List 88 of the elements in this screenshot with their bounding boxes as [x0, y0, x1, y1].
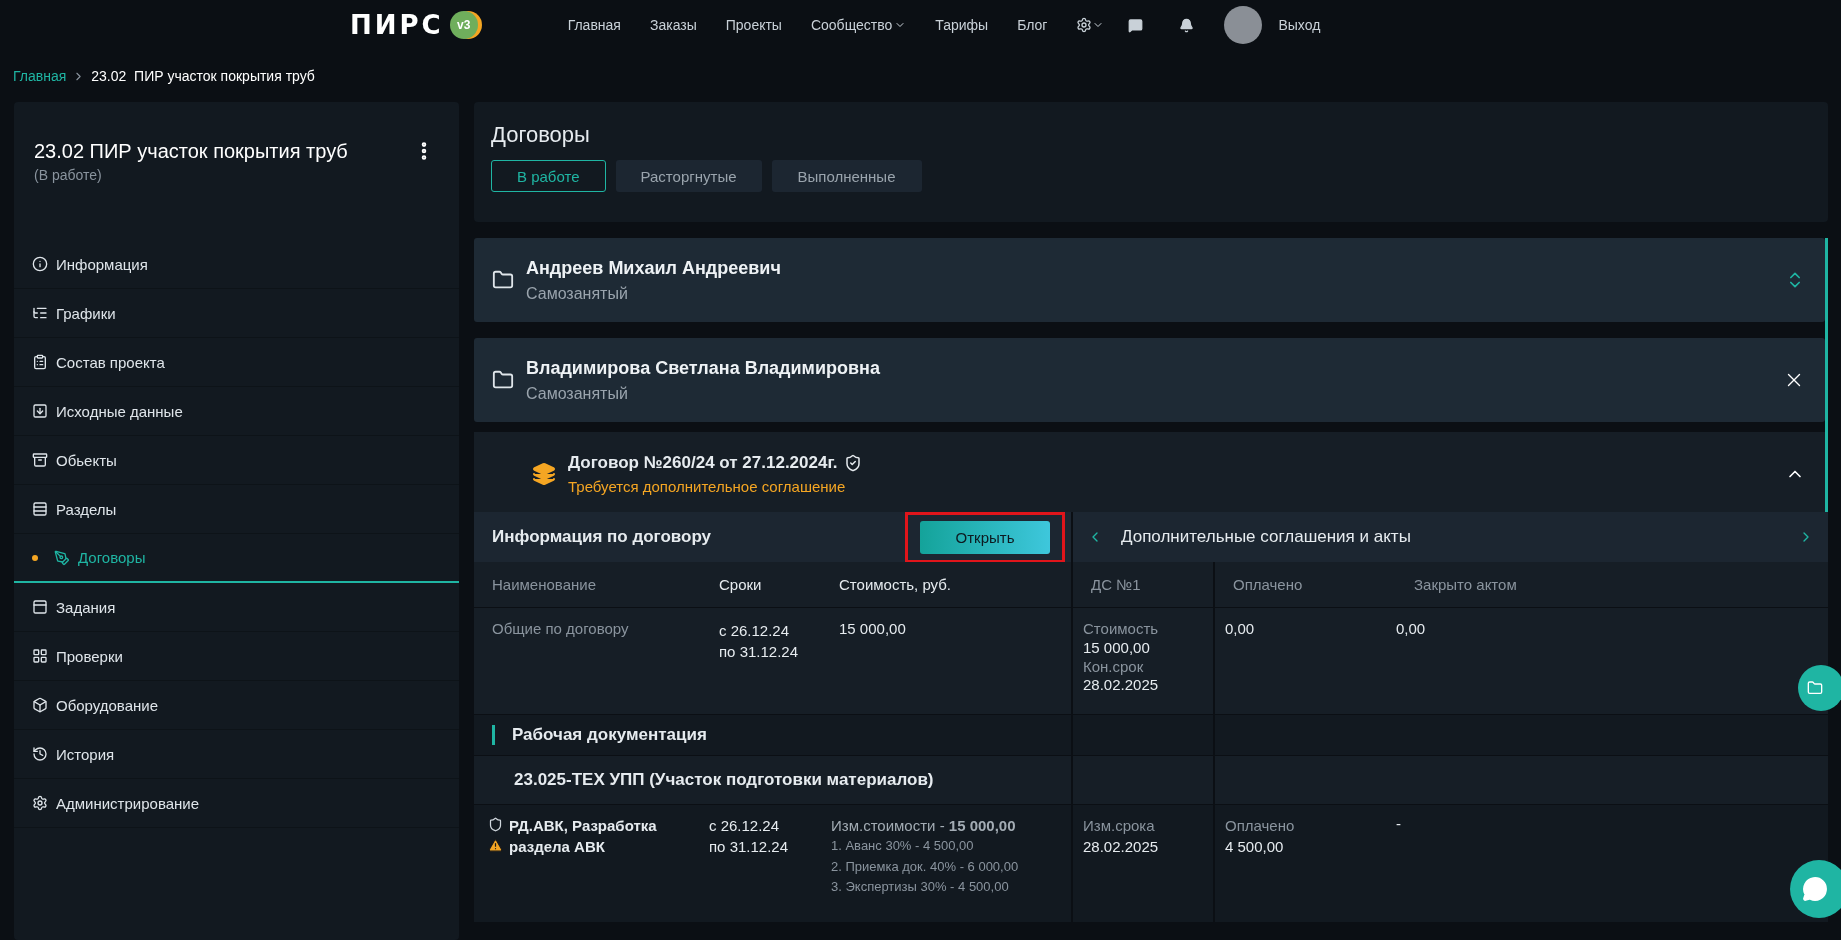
warning-icon	[488, 837, 503, 853]
table-cell: Оплачено 4 500,00	[1215, 804, 1396, 923]
folder-icon	[1807, 680, 1823, 696]
version-badge: v3	[449, 11, 478, 39]
column-header: ДС №1	[1073, 562, 1215, 608]
sidebar-item[interactable]: Графики	[14, 289, 459, 338]
shield-icon	[843, 454, 862, 472]
table-cell: -	[1396, 804, 1828, 923]
table-cell: с 26.12.24 по 31.12.24	[701, 804, 821, 923]
sidebar-item[interactable]: Разделы	[14, 485, 459, 534]
layers-icon	[532, 462, 556, 486]
sidebar-item[interactable]: Информация	[14, 240, 459, 289]
breadcrumb-current: 23.02 ПИР участок покрытия труб	[91, 68, 315, 84]
person-role: Самозанятый	[526, 284, 629, 303]
sidebar-item[interactable]: Проверки	[14, 632, 459, 681]
nav-link[interactable]: Сообщество	[810, 17, 907, 33]
tab[interactable]: Выполненные	[771, 160, 922, 192]
contract-title: Договор №260/24 от 27.12.2024г.	[568, 453, 838, 473]
table-cell: 0,00	[1396, 608, 1828, 715]
section-title: Рабочая документация	[492, 725, 1053, 745]
chat-icon	[1802, 876, 1828, 902]
table-cell: Стоимость 15 000,00 Кон.срок 28.02.2025	[1073, 608, 1215, 715]
sidebar-icon	[32, 648, 48, 664]
avatar[interactable]	[1224, 6, 1263, 44]
open-button[interactable]: Открыть	[920, 520, 1050, 554]
logo[interactable]: ПИРС	[350, 10, 444, 40]
stage-line: 1. Аванс 30% - 4 500,00	[831, 836, 975, 855]
person-name: Андреев Михаил Андреевич	[526, 257, 782, 279]
sidebar-item[interactable]: Задания	[14, 583, 459, 632]
nav-link[interactable]: Тарифы	[935, 17, 989, 33]
person-name: Владимирова Светлана Владимировна	[526, 357, 881, 379]
cost-change: Изм.стоимости - 15 000,00	[831, 815, 1017, 836]
tab[interactable]: В работе	[491, 160, 606, 192]
person-card[interactable]: Андреев Михаил Андреевич Самозанятый	[474, 238, 1825, 322]
tab[interactable]: Расторгнутые	[615, 160, 762, 192]
sidebar-icon	[32, 599, 48, 615]
table-cell: Общие по договору	[474, 608, 701, 715]
sidebar-item[interactable]: Оборудование	[14, 681, 459, 730]
column-header: Оплачено	[1215, 562, 1396, 608]
folder-icon	[492, 269, 514, 291]
sidebar-icon	[32, 697, 48, 713]
sidebar-icon	[32, 305, 48, 321]
sidebar-icon	[32, 501, 48, 517]
sidebar-icon	[32, 746, 48, 762]
column-header: Стоимость, руб.	[821, 562, 1073, 608]
table-cell: 0,00	[1215, 608, 1396, 715]
sidebar-item[interactable]: Администрирование	[14, 779, 459, 828]
nav-link[interactable]: Заказы	[649, 17, 697, 33]
column-header: Сроки	[701, 562, 821, 608]
sidebar-item[interactable]: История	[14, 730, 459, 779]
agreements-title: Дополнительные соглашения и акты	[1121, 527, 1411, 546]
logout-link[interactable]: Выход	[1278, 17, 1321, 33]
group-title: 23.025-ТЕХ УПП (Участок подготовки материалов)	[514, 769, 935, 791]
sidebar-icon	[32, 403, 48, 419]
sidebar-item[interactable]: Договоры	[14, 534, 459, 583]
contract-warning: Требуется дополнительное соглашение	[568, 478, 847, 495]
table-cell: Изм.срока 28.02.2025	[1073, 804, 1215, 923]
table-cell: 15 000,00	[821, 608, 1073, 715]
chat-icon[interactable]	[1128, 17, 1144, 33]
folder-icon	[492, 369, 514, 391]
project-status: (В работе)	[34, 167, 103, 183]
sidebar-icon	[54, 549, 70, 566]
settings-icon[interactable]	[1076, 17, 1105, 33]
shield-icon	[488, 816, 503, 832]
sidebar-item[interactable]: Исходные данные	[14, 387, 459, 436]
person-role: Самозанятый	[526, 384, 629, 403]
table-cell: с 26.12.24 по 31.12.24	[701, 608, 821, 715]
active-dot	[32, 554, 38, 561]
nav-link[interactable]: Блог	[1017, 17, 1048, 33]
sidebar-icon	[32, 795, 48, 811]
sidebar-item[interactable]: Обьекты	[14, 436, 459, 485]
stage-line: 2. Приемка док. 40% - 6 000,00	[831, 857, 1020, 876]
column-header: Наименование	[474, 562, 701, 608]
page-title: Договоры	[491, 122, 591, 148]
bell-icon[interactable]	[1179, 17, 1195, 33]
stage-line: 3. Экспертизы 30% - 4 500,00	[831, 878, 1010, 897]
sidebar-icon	[32, 354, 48, 370]
sidebar-item[interactable]: Состав проекта	[14, 338, 459, 387]
item-name: РД.АВК, Разработка раздела АВК	[509, 815, 658, 857]
info-title: Информация по договору	[492, 527, 712, 547]
column-header: Закрыто актом	[1396, 562, 1828, 608]
person-card[interactable]: Владимирова Светлана Владимировна Самозанятый	[474, 338, 1825, 422]
nav-link[interactable]: Главная	[567, 17, 621, 33]
breadcrumb-link[interactable]: Главная	[13, 68, 67, 84]
sidebar-icon	[32, 452, 48, 468]
nav-link[interactable]: Проекты	[725, 17, 782, 33]
project-title: 23.02 ПИР участок покрытия труб	[34, 140, 348, 163]
sidebar-icon	[32, 256, 48, 272]
